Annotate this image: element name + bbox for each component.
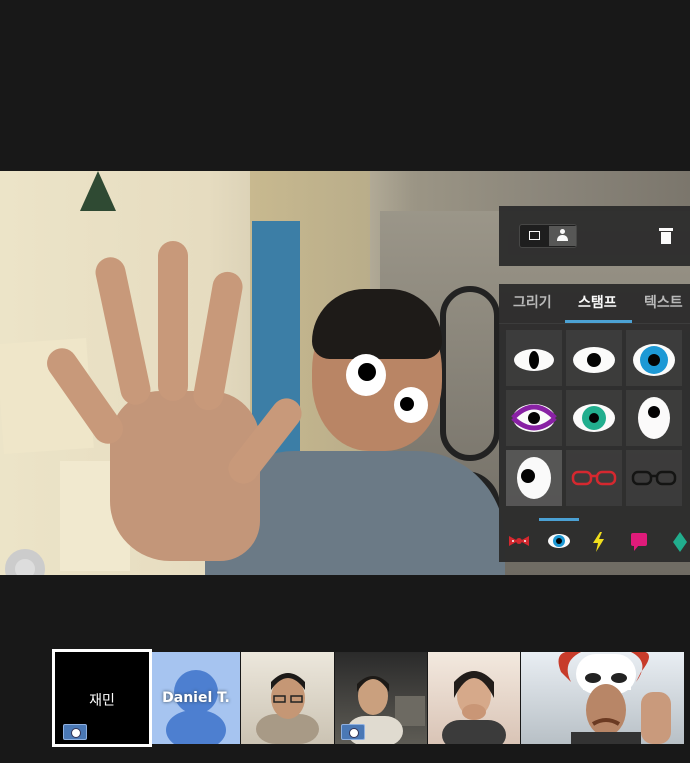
tab-draw[interactable]: 그리기: [513, 292, 552, 312]
hangout-window: 그리기 스탬프 텍스트 재민 Daniel T.: [0, 0, 690, 763]
participant-filmstrip: 재민 Daniel T.: [52, 649, 690, 747]
tab-stamp[interactable]: 스탬프: [578, 292, 617, 312]
camera-icon: [341, 724, 365, 740]
participant-tile[interactable]: [521, 652, 684, 744]
panel-tabs: 그리기 스탬프 텍스트: [499, 284, 690, 324]
sticker-black-glasses[interactable]: [626, 450, 682, 506]
effects-header-panel: [499, 206, 690, 266]
gem-icon[interactable]: [672, 532, 690, 552]
participant-name: 재민: [89, 693, 115, 709]
eye-icon[interactable]: [547, 532, 570, 550]
participant-video: [558, 652, 671, 744]
bowtie-icon[interactable]: [507, 532, 529, 550]
participant-tile[interactable]: [428, 652, 520, 744]
sticker-purple-ring-eye[interactable]: [506, 390, 562, 446]
participant-tile[interactable]: [241, 652, 334, 744]
bicycle-wheel: [440, 286, 500, 461]
camera-icon: [63, 724, 87, 740]
lightning-icon[interactable]: [591, 532, 611, 552]
active-tab-indicator: [565, 320, 632, 323]
sticker-round-eye[interactable]: [566, 330, 622, 386]
participant-tile[interactable]: Daniel T.: [152, 652, 240, 744]
loading-indicator: [5, 549, 45, 575]
sticker-panel: 그리기 스탬프 텍스트: [499, 284, 690, 562]
googly-eye-sticker[interactable]: [394, 387, 428, 423]
participant-tile[interactable]: [335, 652, 427, 744]
christmas-ornament: [80, 171, 116, 211]
view-mode-toggle[interactable]: [519, 224, 577, 248]
frame-mode-button[interactable]: [521, 226, 548, 246]
sticker-red-glasses[interactable]: [566, 450, 622, 506]
participant-name: Daniel T.: [162, 690, 230, 706]
waving-hand: [41, 241, 308, 561]
sticker-blue-ring-eye[interactable]: [626, 330, 682, 386]
sticker-big-eye[interactable]: [506, 450, 562, 506]
sticker-teal-ring-eye[interactable]: [566, 390, 622, 446]
tab-text[interactable]: 텍스트: [644, 292, 683, 312]
frame-icon: [529, 231, 540, 240]
participant-video: [256, 673, 319, 744]
person-mode-button[interactable]: [549, 226, 576, 246]
sticker-almond-eye[interactable]: [506, 330, 562, 386]
participant-video: [442, 671, 506, 744]
sticker-category-bar: [499, 518, 690, 562]
googly-eye-sticker[interactable]: [346, 354, 386, 396]
sticker-oval-eye[interactable]: [626, 390, 682, 446]
speech-bubble-icon[interactable]: [630, 532, 650, 551]
trash-icon[interactable]: [659, 228, 673, 245]
person-icon: [556, 229, 569, 243]
participant-tile-self[interactable]: 재민: [52, 649, 152, 747]
